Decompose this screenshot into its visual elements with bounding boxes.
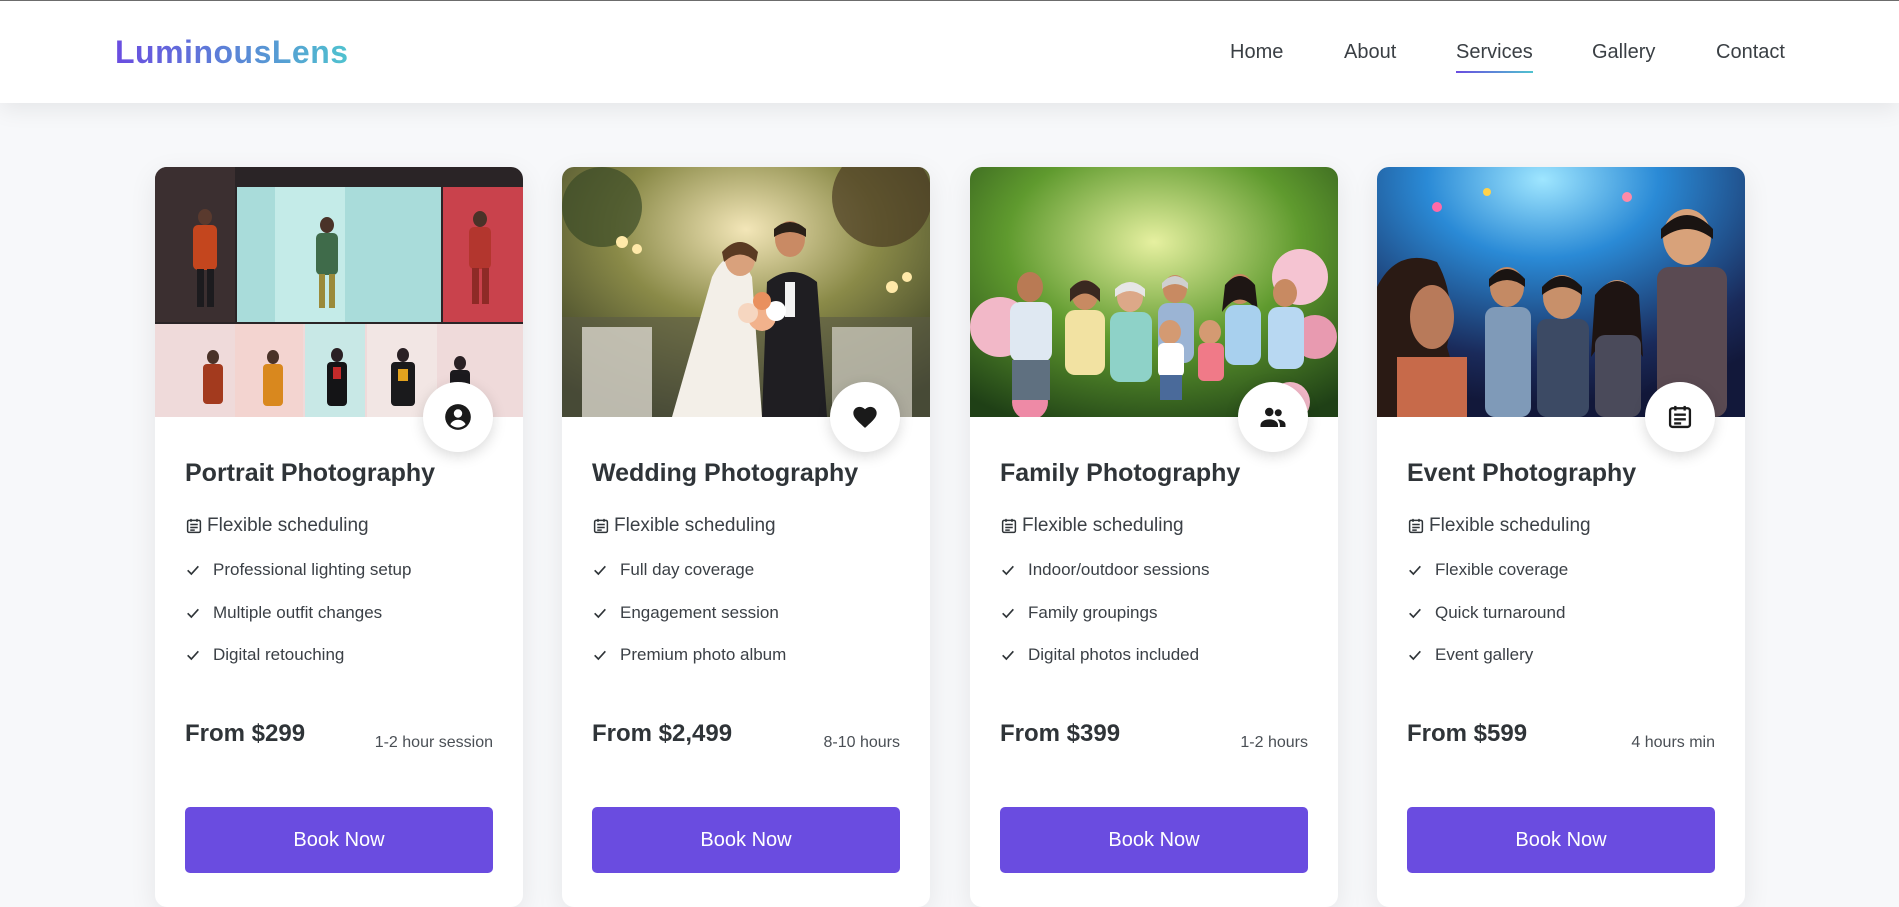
- duration-label: 8-10 hours: [823, 734, 901, 751]
- event-calendar-icon: [1645, 382, 1715, 452]
- duration-label: 1-2 hours: [1240, 734, 1308, 751]
- calendar-icon: [1408, 518, 1424, 534]
- schedule-text: Flexible scheduling: [1022, 515, 1184, 536]
- service-card-event: Event Photography Flexible scheduling Fl…: [1377, 167, 1745, 907]
- schedule-line: Flexible scheduling: [1000, 515, 1184, 537]
- check-icon: [1409, 566, 1421, 576]
- price-label: From $2,499: [592, 720, 733, 747]
- calendar-icon: [1001, 518, 1017, 534]
- schedule-line: Flexible scheduling: [185, 515, 369, 537]
- feature-item: Professional lighting setup: [185, 549, 411, 592]
- service-title: Wedding Photography: [592, 459, 859, 487]
- check-icon: [187, 608, 199, 618]
- main-nav: Home About Services Gallery Contact: [0, 41, 1899, 81]
- nav-contact[interactable]: Contact: [1716, 41, 1785, 64]
- check-icon: [1409, 608, 1421, 618]
- feature-list: Professional lighting setup Multiple out…: [185, 549, 411, 677]
- feature-item: Engagement session: [592, 592, 786, 635]
- feature-item: Family groupings: [1000, 592, 1209, 635]
- check-icon: [1002, 566, 1014, 576]
- feature-item: Digital photos included: [1000, 634, 1209, 677]
- book-now-button[interactable]: Book Now: [1000, 807, 1308, 873]
- heart-icon: [830, 382, 900, 452]
- feature-text: Full day coverage: [620, 560, 755, 580]
- feature-text: Flexible coverage: [1435, 560, 1569, 580]
- feature-item: Indoor/outdoor sessions: [1000, 549, 1209, 592]
- wedding-couple-photo: [562, 167, 930, 417]
- nav-gallery[interactable]: Gallery: [1592, 41, 1655, 64]
- feature-item: Digital retouching: [185, 634, 411, 677]
- feature-item: Flexible coverage: [1407, 549, 1568, 592]
- feature-text: Premium photo album: [620, 645, 787, 665]
- check-icon: [594, 566, 606, 576]
- portrait-studio-photo: [155, 167, 523, 417]
- service-title: Portrait Photography: [185, 459, 436, 487]
- service-title: Family Photography: [1000, 459, 1241, 487]
- schedule-line: Flexible scheduling: [1407, 515, 1591, 537]
- price-label: From $599: [1407, 720, 1528, 747]
- calendar-icon: [593, 518, 609, 534]
- feature-text: Digital retouching: [213, 645, 345, 665]
- feature-list: Indoor/outdoor sessions Family groupings…: [1000, 549, 1209, 677]
- feature-item: Multiple outfit changes: [185, 592, 411, 635]
- book-now-button[interactable]: Book Now: [185, 807, 493, 873]
- check-icon: [1002, 608, 1014, 618]
- feature-item: Quick turnaround: [1407, 592, 1568, 635]
- feature-item: Premium photo album: [592, 634, 786, 677]
- feature-text: Quick turnaround: [1435, 602, 1566, 622]
- price-label: From $399: [1000, 720, 1121, 747]
- feature-text: Multiple outfit changes: [213, 602, 383, 622]
- book-now-button[interactable]: Book Now: [1407, 807, 1715, 873]
- service-card-family: Family Photography Flexible scheduling I…: [970, 167, 1338, 907]
- check-icon: [594, 651, 606, 661]
- service-card-wedding: Wedding Photography Flexible scheduling …: [562, 167, 930, 907]
- nav-services[interactable]: Services: [1456, 41, 1533, 73]
- nav-home[interactable]: Home: [1230, 41, 1283, 64]
- book-now-button[interactable]: Book Now: [592, 807, 900, 873]
- schedule-text: Flexible scheduling: [207, 515, 369, 536]
- feature-text: Professional lighting setup: [213, 560, 412, 580]
- service-card-portrait: Portrait Photography Flexible scheduling…: [155, 167, 523, 907]
- feature-text: Digital photos included: [1028, 645, 1200, 665]
- duration-label: 4 hours min: [1631, 734, 1715, 751]
- schedule-text: Flexible scheduling: [614, 515, 776, 536]
- check-icon: [594, 608, 606, 618]
- feature-item: Full day coverage: [592, 549, 786, 592]
- site-header: LuminousLens Home About Services Gallery…: [0, 0, 1899, 103]
- nav-about[interactable]: About: [1344, 41, 1396, 64]
- family-garden-photo: [970, 167, 1338, 417]
- people-icon: [1238, 382, 1308, 452]
- price-label: From $299: [185, 720, 306, 747]
- event-crowd-photo: [1377, 167, 1745, 417]
- feature-text: Indoor/outdoor sessions: [1028, 560, 1210, 580]
- check-icon: [1409, 651, 1421, 661]
- feature-item: Event gallery: [1407, 634, 1568, 677]
- schedule-line: Flexible scheduling: [592, 515, 776, 537]
- duration-label: 1-2 hour session: [374, 734, 493, 751]
- feature-text: Family groupings: [1028, 602, 1158, 622]
- schedule-text: Flexible scheduling: [1429, 515, 1591, 536]
- person-circle-icon: [423, 382, 493, 452]
- check-icon: [187, 566, 199, 576]
- feature-text: Engagement session: [620, 602, 779, 622]
- feature-list: Full day coverage Engagement session Pre…: [592, 549, 786, 677]
- service-title: Event Photography: [1407, 459, 1637, 487]
- feature-text: Event gallery: [1435, 645, 1534, 665]
- feature-list: Flexible coverage Quick turnaround Event…: [1407, 549, 1568, 677]
- check-icon: [1002, 651, 1014, 661]
- calendar-icon: [186, 518, 202, 534]
- check-icon: [187, 651, 199, 661]
